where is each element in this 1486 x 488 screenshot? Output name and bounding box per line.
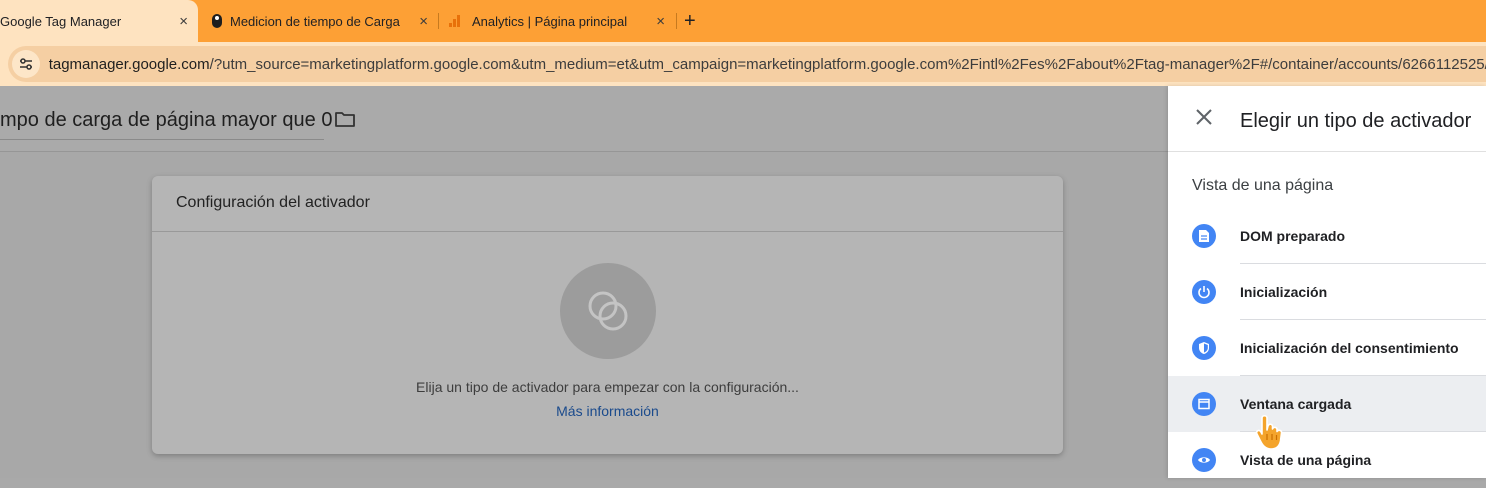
power-icon [1192, 280, 1216, 304]
tab-close-icon[interactable]: × [656, 14, 665, 29]
panel-title: Elegir un tipo de activador [1240, 110, 1472, 132]
folder-icon[interactable] [334, 110, 356, 133]
tab-close-icon[interactable]: × [419, 14, 428, 29]
trigger-option-dom-ready[interactable]: DOM preparado [1168, 208, 1486, 264]
empty-state-text: Elija un tipo de activador para empezar … [416, 379, 799, 395]
tab-title: Medicion de tiempo de Carga [230, 13, 400, 29]
tab-title: Google Tag Manager [0, 13, 122, 29]
url-host: tagmanager.google.com [48, 55, 210, 73]
trigger-type-panel: Elegir un tipo de activador Vista de una… [1168, 86, 1486, 478]
analytics-favicon-icon [449, 15, 460, 27]
trigger-option-window-loaded[interactable]: Ventana cargada [1168, 376, 1486, 432]
title-underline [0, 139, 324, 140]
window-icon [1192, 392, 1216, 416]
panel-header: Elegir un tipo de activador [1168, 86, 1486, 152]
url-path: /?utm_source=marketingplatform.google.co… [209, 55, 1486, 73]
trigger-option-initialization[interactable]: Inicialización [1168, 264, 1486, 320]
option-label: Inicialización del consentimiento [1240, 340, 1459, 356]
tab-medicion[interactable]: Medicion de tiempo de Carga × [212, 0, 438, 42]
option-label: DOM preparado [1240, 228, 1346, 244]
tab-title: Analytics | Página principal [472, 13, 628, 29]
browser-toolbar: tagmanager.google.com/?utm_source=market… [0, 42, 1486, 86]
card-header: Configuración del activador [152, 176, 1063, 232]
shield-icon [1192, 336, 1216, 360]
tab-strip: Google Tag Manager × Medicion de tiempo … [0, 0, 1486, 42]
tab-favicon-icon [212, 14, 222, 28]
learn-more-link[interactable]: Más información [152, 403, 1063, 419]
new-tab-button[interactable]: + [684, 9, 696, 33]
tab-analytics[interactable]: Analytics | Página principal × [449, 0, 675, 42]
eye-icon [1192, 448, 1216, 472]
hand-cursor-icon [1252, 412, 1292, 457]
trigger-placeholder-icon [560, 263, 656, 359]
trigger-header: mpo de carga de página mayor que 0 [0, 86, 1168, 152]
card-title: Configuración del activador [176, 194, 370, 211]
tab-close-icon[interactable]: × [179, 14, 188, 29]
site-settings-icon[interactable] [12, 50, 40, 78]
document-icon [1192, 224, 1216, 248]
address-bar[interactable]: tagmanager.google.com/?utm_source=market… [8, 46, 1486, 82]
trigger-option-consent-initialization[interactable]: Inicialización del consentimiento [1168, 320, 1486, 376]
trigger-option-page-view[interactable]: Vista de una página [1168, 432, 1486, 488]
close-icon[interactable] [1194, 107, 1214, 127]
trigger-config-card[interactable]: Configuración del activador Elija un tip… [152, 176, 1063, 454]
url-text: tagmanager.google.com/?utm_source=market… [49, 56, 1486, 73]
tab-separator [676, 13, 677, 29]
trigger-name[interactable]: mpo de carga de página mayor que 0 [0, 109, 332, 132]
option-label: Inicialización [1240, 284, 1328, 300]
section-title: Vista de una página [1192, 177, 1334, 194]
tab-google-tag-manager[interactable]: Google Tag Manager × [0, 0, 198, 42]
tab-separator [438, 13, 439, 29]
option-label: Ventana cargada [1240, 396, 1352, 412]
